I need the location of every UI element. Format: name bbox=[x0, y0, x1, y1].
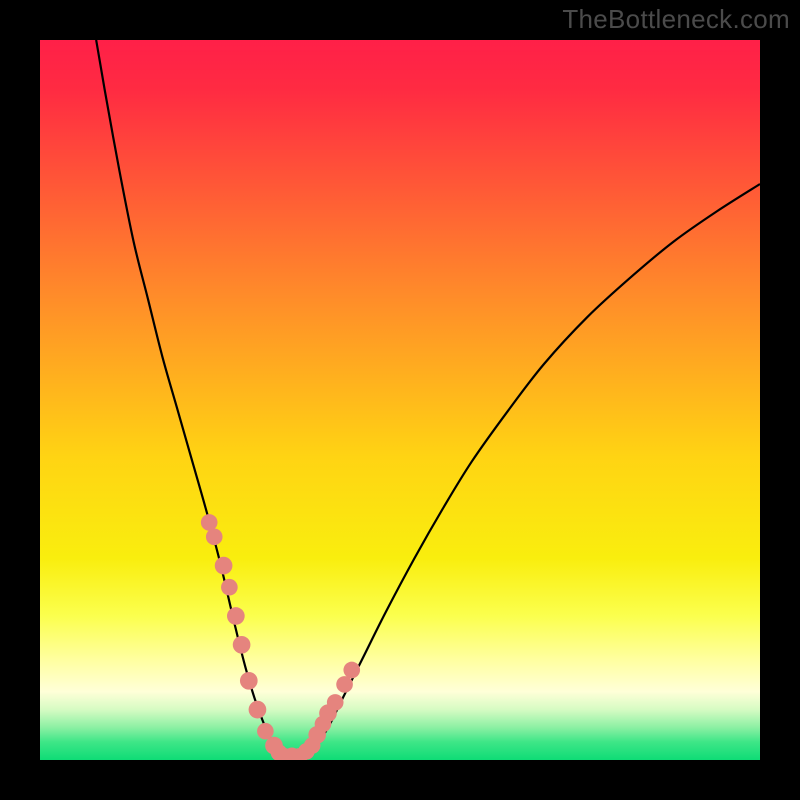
marker-point bbox=[215, 557, 233, 575]
marker-point bbox=[206, 528, 223, 545]
plot-area bbox=[40, 40, 760, 760]
marker-point bbox=[257, 723, 274, 740]
watermark-text: TheBottleneck.com bbox=[562, 4, 790, 35]
marker-point bbox=[343, 662, 360, 679]
chart-svg bbox=[40, 40, 760, 760]
marker-point bbox=[249, 701, 267, 719]
gradient-background bbox=[40, 40, 760, 760]
marker-point bbox=[233, 636, 251, 654]
marker-point bbox=[227, 607, 245, 625]
chart-root: TheBottleneck.com bbox=[0, 0, 800, 800]
marker-point bbox=[336, 676, 353, 693]
marker-point bbox=[201, 514, 218, 531]
marker-point bbox=[327, 694, 344, 711]
marker-point bbox=[240, 672, 258, 690]
marker-point bbox=[221, 579, 238, 596]
